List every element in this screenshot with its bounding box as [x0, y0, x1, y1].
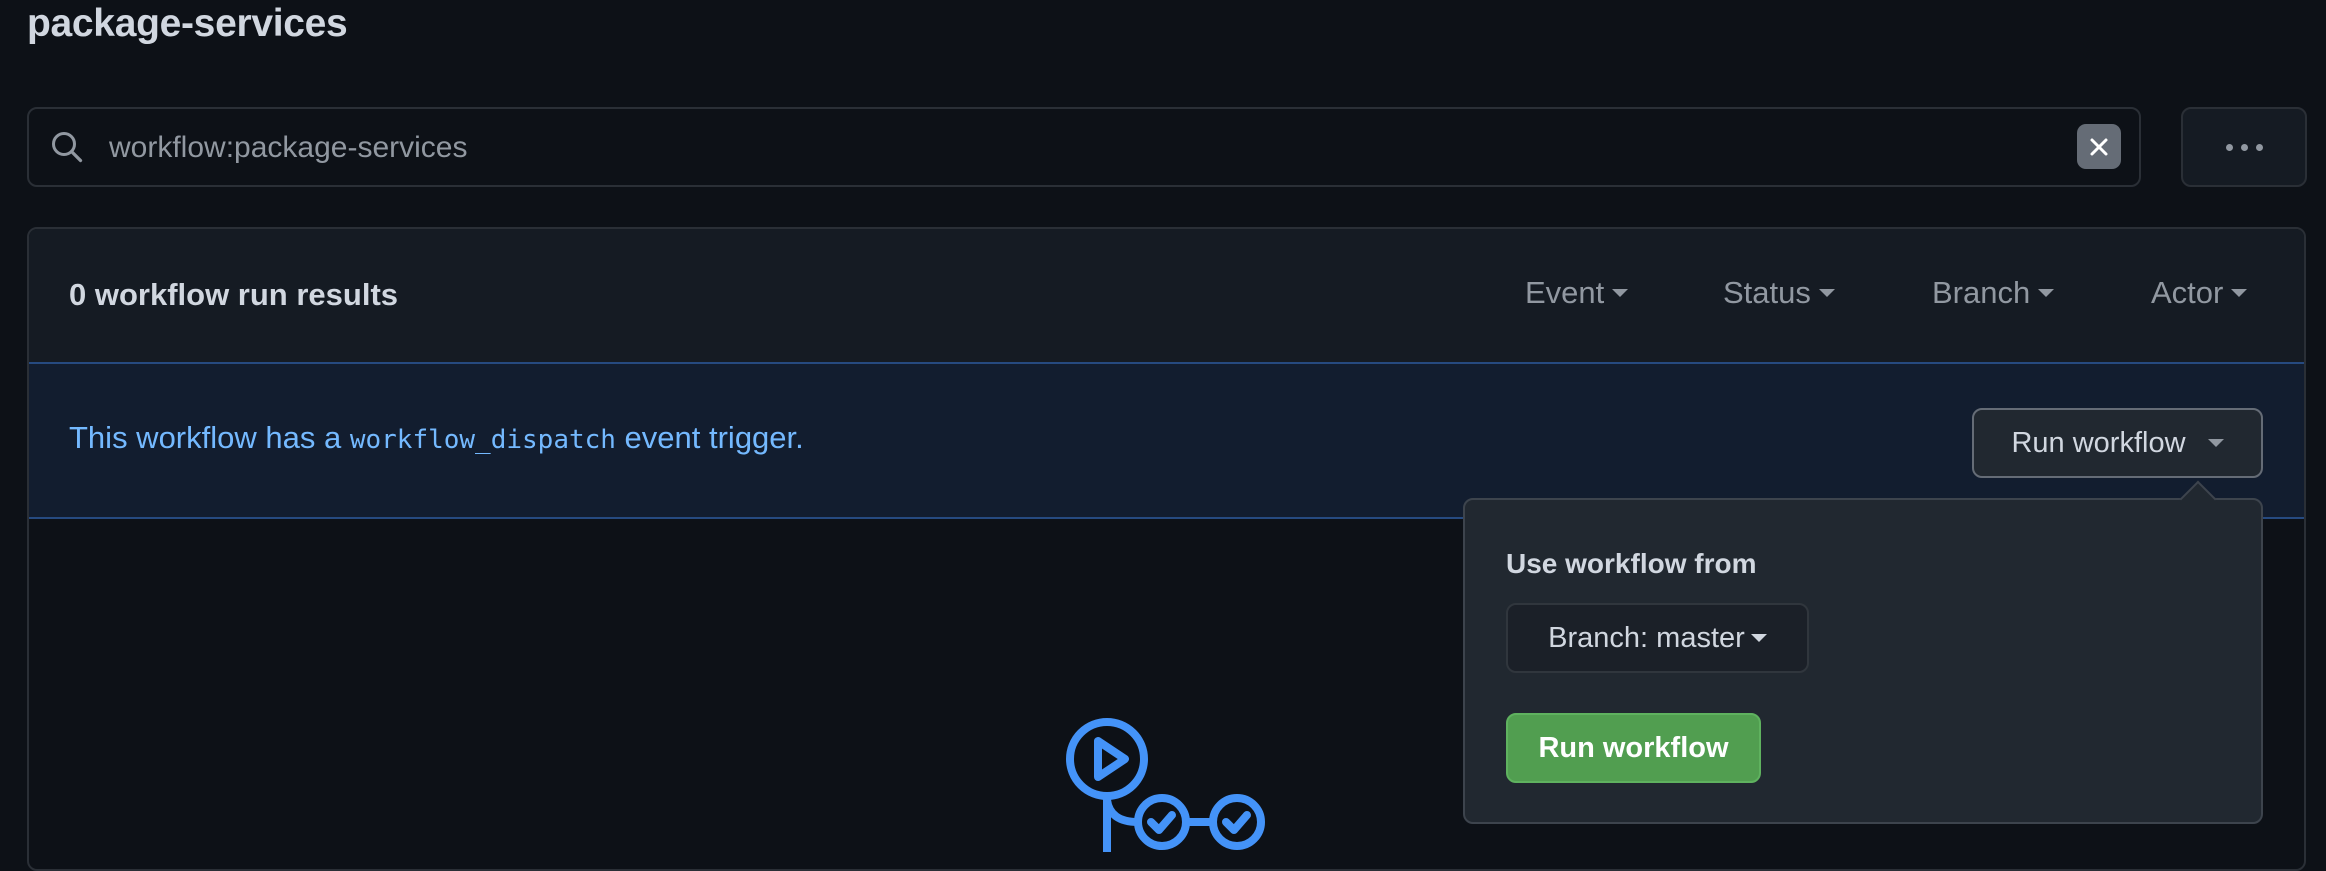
search-bar	[27, 107, 2141, 187]
caret-down-icon	[1818, 289, 1835, 297]
clear-search-button[interactable]	[2077, 124, 2121, 169]
event-code: workflow_dispatch	[349, 425, 616, 455]
more-options-button[interactable]	[2181, 107, 2307, 187]
branch-select[interactable]: Branch: master	[1506, 603, 1809, 673]
banner-text: This workflow has a workflow_dispatch ev…	[69, 420, 804, 455]
search-input[interactable]	[107, 119, 2011, 177]
dispatch-banner: This workflow has a workflow_dispatch ev…	[29, 364, 2304, 519]
kebab-horizontal-icon	[2225, 143, 2233, 151]
caret-down-icon	[2038, 289, 2055, 297]
search-icon	[52, 132, 83, 163]
run-workflow-popover: Use workflow from Branch: master Run wor…	[1463, 480, 2263, 824]
filter-actor[interactable]: Actor	[2151, 275, 2248, 311]
page-title: package-services	[27, 2, 348, 45]
results-count: 0 workflow run results	[69, 277, 399, 312]
filter-status[interactable]: Status	[1723, 275, 1835, 311]
filter-event[interactable]: Event	[1525, 275, 1629, 311]
popover-heading: Use workflow from	[1506, 548, 1757, 579]
caret-down-icon	[2231, 289, 2248, 297]
run-workflow-dropdown-button[interactable]: Run workflow	[1972, 408, 2263, 478]
actions-workflow-icon	[1066, 718, 1265, 852]
run-workflow-submit-button[interactable]: Run workflow	[1506, 713, 1761, 783]
x-icon	[2090, 138, 2108, 155]
filter-branch[interactable]: Branch	[1932, 275, 2055, 311]
caret-down-icon	[1750, 634, 1767, 642]
results-header: 0 workflow run results Event Status Bran…	[29, 229, 2304, 364]
caret-down-icon	[1612, 289, 1629, 297]
caret-down-icon	[2207, 439, 2224, 447]
